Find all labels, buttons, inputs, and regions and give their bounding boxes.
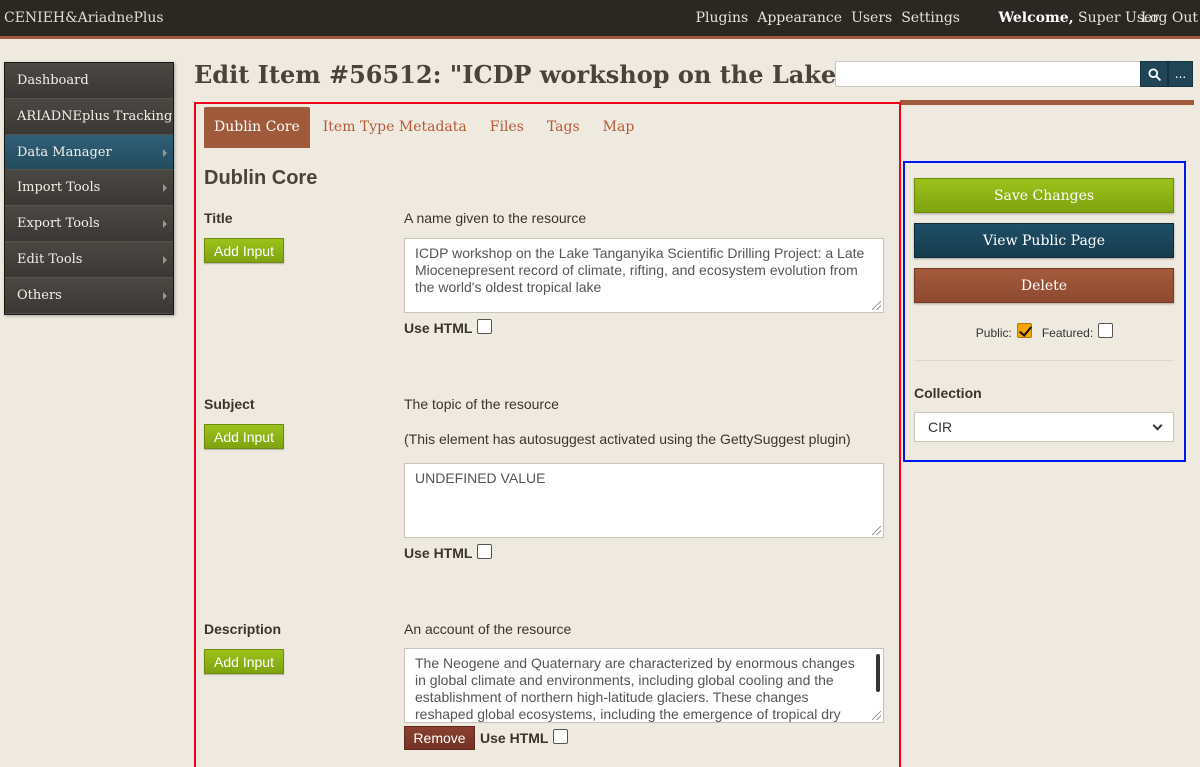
description-remove-button[interactable]: Remove xyxy=(404,726,475,750)
public-checkbox[interactable] xyxy=(1016,323,1032,338)
chevron-right-icon xyxy=(163,220,167,229)
site-name[interactable]: CENIEH&AriadnePlus xyxy=(4,10,164,26)
featured-flag: Featured: xyxy=(1041,323,1114,340)
subject-use-html-checkbox[interactable] xyxy=(477,543,493,559)
nav-settings[interactable]: Settings xyxy=(901,10,960,26)
autosuggest-note: (This element has autosuggest activated … xyxy=(404,431,851,447)
tab-item-type-metadata[interactable]: Item Type Metadata xyxy=(313,107,477,148)
chevron-right-icon xyxy=(163,291,167,300)
chevron-right-icon xyxy=(163,148,167,157)
nav-plugins[interactable]: Plugins xyxy=(696,10,749,26)
public-label: Public: xyxy=(975,325,1012,340)
title-field-label: Title xyxy=(204,210,233,226)
chevron-right-icon xyxy=(163,255,167,264)
sidebar-item-label: Import Tools xyxy=(17,180,101,196)
textarea-scrollbar[interactable] xyxy=(876,654,880,692)
tab-map[interactable]: Map xyxy=(593,107,645,148)
description-use-html-checkbox[interactable] xyxy=(553,728,569,744)
sidebar-item-label: ARIADNEplus Tracking xyxy=(17,108,173,124)
description-textarea[interactable]: The Neogene and Quaternary are character… xyxy=(404,648,884,723)
view-public-page-button[interactable]: View Public Page xyxy=(914,223,1174,258)
nav-appearance[interactable]: Appearance xyxy=(757,10,842,26)
subject-textarea[interactable]: UNDEFINED VALUE xyxy=(404,463,884,538)
sidebar-item-edit-tools[interactable]: Edit Tools xyxy=(5,241,173,278)
sidebar-item-label: Export Tools xyxy=(17,216,100,232)
resize-grip-icon[interactable] xyxy=(872,301,881,310)
title-textarea[interactable]: ICDP workshop on the Lake Tanganyika Sci… xyxy=(404,238,884,313)
sidebar-item-label: Edit Tools xyxy=(17,251,83,267)
sidebar-item-data-manager[interactable]: Data Manager xyxy=(5,134,173,171)
accent-rule xyxy=(900,100,1194,105)
top-nav: Plugins Appearance Users Settings xyxy=(696,10,960,26)
search-button[interactable] xyxy=(1140,61,1168,87)
chevron-down-icon xyxy=(1152,420,1163,431)
sidebar-item-export-tools[interactable]: Export Tools xyxy=(5,206,173,242)
use-html-label: Use HTML xyxy=(480,730,549,746)
sidebar-item-label: Data Manager xyxy=(17,144,112,160)
resize-grip-icon[interactable] xyxy=(872,526,881,535)
subject-field-description: The topic of the resource xyxy=(404,396,559,412)
logout-link[interactable]: Log Out xyxy=(1141,10,1198,26)
tab-dublin-core[interactable]: Dublin Core xyxy=(204,107,310,148)
advanced-search-button[interactable]: ... xyxy=(1168,61,1193,87)
subject-field-label: Subject xyxy=(204,396,255,412)
admin-sidebar: Dashboard ARIADNEplus Tracking Data Mana… xyxy=(4,62,174,315)
description-add-input-button[interactable]: Add Input xyxy=(204,649,284,674)
description-use-html: Use HTML xyxy=(480,728,569,746)
sidebar-item-label: Dashboard xyxy=(17,73,89,88)
collection-selected-value: CIR xyxy=(928,419,953,435)
delete-button[interactable]: Delete xyxy=(914,268,1174,303)
resize-grip-icon[interactable] xyxy=(872,711,881,720)
metadata-tabs: Dublin Core Item Type Metadata Files Tag… xyxy=(204,107,647,148)
public-flag: Public: xyxy=(975,323,1032,340)
featured-label: Featured: xyxy=(1041,325,1094,340)
save-panel: Save Changes View Public Page Delete Pub… xyxy=(903,161,1186,462)
divider xyxy=(914,360,1174,361)
subject-value: UNDEFINED VALUE xyxy=(415,470,546,486)
use-html-label: Use HTML xyxy=(404,545,473,561)
tab-files[interactable]: Files xyxy=(480,107,534,148)
title-use-html: Use HTML xyxy=(404,318,493,336)
collection-select[interactable]: CIR xyxy=(914,412,1174,442)
section-title: Dublin Core xyxy=(204,167,318,189)
page-title: Edit Item #56512: "ICDP workshop on the … xyxy=(194,60,887,89)
description-field-description: An account of the resource xyxy=(404,621,572,637)
search-input[interactable] xyxy=(835,61,1141,87)
edit-form-panel: Dublin Core Item Type Metadata Files Tag… xyxy=(194,102,901,767)
search-icon xyxy=(1147,67,1161,81)
nav-users[interactable]: Users xyxy=(851,10,892,26)
title-field-description: A name given to the resource xyxy=(404,210,587,226)
welcome-label: Welcome, xyxy=(998,10,1074,26)
sidebar-item-others[interactable]: Others xyxy=(5,277,173,314)
featured-checkbox[interactable] xyxy=(1098,323,1114,338)
visibility-flags: Public: Featured: xyxy=(905,323,1184,340)
chevron-right-icon xyxy=(163,184,167,193)
welcome-message: Welcome, Super User xyxy=(998,10,1159,26)
title-value: ICDP workshop on the Lake Tanganyika Sci… xyxy=(415,245,865,295)
title-add-input-button[interactable]: Add Input xyxy=(204,238,284,263)
sidebar-item-dashboard[interactable]: Dashboard xyxy=(5,63,173,99)
save-changes-button[interactable]: Save Changes xyxy=(914,178,1174,213)
collection-label: Collection xyxy=(914,385,982,401)
description-value: The Neogene and Quaternary are character… xyxy=(415,655,855,722)
tab-tags[interactable]: Tags xyxy=(537,107,590,148)
sidebar-item-label: Others xyxy=(17,287,62,303)
sidebar-item-import-tools[interactable]: Import Tools xyxy=(5,170,173,207)
sidebar-item-ariadneplus-tracking[interactable]: ARIADNEplus Tracking xyxy=(5,98,173,135)
use-html-label: Use HTML xyxy=(404,320,473,336)
description-field-label: Description xyxy=(204,621,282,637)
subject-add-input-button[interactable]: Add Input xyxy=(204,424,284,449)
top-bar: CENIEH&AriadnePlus Plugins Appearance Us… xyxy=(0,0,1200,39)
title-use-html-checkbox[interactable] xyxy=(477,318,493,334)
subject-use-html: Use HTML xyxy=(404,543,493,561)
